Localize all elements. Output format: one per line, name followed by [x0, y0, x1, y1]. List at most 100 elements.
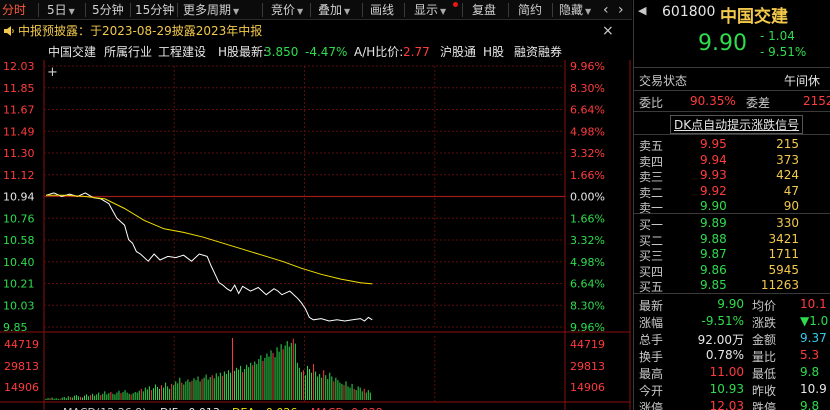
price-tick-label: 11.67 [3, 104, 35, 117]
divider [634, 293, 830, 294]
bid-volume: 5945 [768, 262, 799, 277]
hide-button[interactable]: 隐藏 ▼ [559, 0, 591, 20]
stat-label: 最新 [639, 299, 664, 313]
stat-label: 涨幅 [639, 316, 664, 330]
price-tick-label: 10.21 [3, 278, 35, 291]
percent-tick-label: 1.66% [570, 169, 605, 182]
last-price: 9.90 [698, 31, 747, 56]
ask-price: 9.90 [700, 199, 727, 213]
percent-tick-label: 3.32% [570, 147, 605, 160]
price-tick-label: 12.03 [3, 60, 35, 73]
stat-value: 0.78% [705, 348, 744, 362]
weicha-label: 委差 [746, 96, 771, 110]
auction-button[interactable]: 竞价 ▼ [271, 0, 303, 20]
toolbar-divider [177, 3, 178, 17]
display-button[interactable]: 显示 ▼ [414, 0, 446, 20]
draw-line-button[interactable]: 画线 [370, 0, 394, 20]
intraday-chart[interactable]: + 12.03 11.85 11.67 11.49 11.30 11.12 10.94 10.… [0, 60, 632, 410]
bid-price: 9.86 [700, 262, 727, 277]
ask-level-label: 卖五 [639, 139, 664, 153]
bid-level-label: 买一 [639, 218, 664, 232]
close-icon[interactable]: × [602, 21, 614, 42]
stat-label: 量比 [752, 350, 777, 364]
volume-bars [45, 338, 371, 400]
price-tick-label: 11.85 [3, 82, 35, 95]
caret-down-icon: ▼ [440, 7, 447, 16]
bid-price: 9.88 [700, 231, 727, 246]
webi-label: 委比 [639, 96, 664, 110]
toolbar-divider [462, 3, 463, 17]
ask-price: 9.93 [700, 168, 727, 182]
ask-volume: 424 [776, 168, 799, 182]
stat-label: 涨停 [639, 401, 664, 410]
stat-label: 金额 [752, 333, 777, 347]
margin-trading-link[interactable]: 融资融券 [514, 42, 562, 62]
industry-link[interactable]: 工程建设 [158, 42, 206, 62]
overlay-button[interactable]: 叠加 ▼ [318, 0, 350, 20]
bid-price: 9.87 [700, 247, 727, 261]
status-label: 交易状态 [639, 74, 688, 88]
toolbar-divider [310, 3, 311, 17]
h-share-link[interactable]: H股 [483, 42, 504, 62]
percent-tick-label: 0.00% [570, 191, 605, 204]
stat-value: 9.37 [800, 331, 827, 345]
ah-ratio-label: A/H比价: [354, 45, 404, 59]
dk-signal-link[interactable]: DK点自动提示涨跌信号 [670, 115, 804, 134]
price-axis: 12.03 11.85 11.67 11.49 11.30 11.12 10.94 10.76… [3, 60, 35, 334]
stat-value: 10.93 [709, 382, 744, 396]
notice-bar: 中报预披露：于2023-08-29披露2023年中报 × [0, 21, 632, 42]
volume-tick-label: 44719 [4, 338, 39, 351]
bid-price: 9.89 [700, 216, 727, 230]
stock-title: 中国交建 [720, 7, 788, 27]
percent-tick-label: 6.64% [570, 104, 605, 117]
simple-mode-button[interactable]: 简约 [518, 0, 542, 20]
price-change: - 1.04 [760, 29, 795, 43]
bid-volume: 3421 [768, 231, 799, 246]
divider [634, 134, 830, 135]
nav-next-icon[interactable]: › [618, 0, 624, 20]
nav-prev-icon[interactable]: ‹ [603, 0, 609, 20]
ask-level-label: 卖四 [639, 154, 664, 169]
bid-volume: 1711 [768, 247, 799, 261]
ask-volume: 215 [776, 137, 799, 151]
stat-label: 涨跌 [752, 316, 777, 330]
percent-tick-label: 8.30% [570, 82, 605, 95]
volume-tick-label: 44719 [570, 338, 605, 351]
volume-tick-label: 29813 [570, 360, 605, 373]
caret-down-icon: ▼ [585, 7, 592, 16]
stat-value: 5.3 [800, 348, 820, 362]
tab-5min[interactable]: 5分钟 [92, 0, 124, 20]
price-tick-label: 10.58 [3, 234, 35, 247]
quote-panel: ◀ 601800 中国交建 9.90 - 1.04 - 9.51% 交易状态 午… [633, 0, 830, 410]
stat-label: 最高 [639, 367, 664, 381]
ask-volume: 90 [783, 199, 799, 213]
ask-level-label: 卖二 [639, 185, 664, 200]
ask-price: 9.94 [700, 152, 727, 167]
stat-label: 均价 [752, 299, 777, 313]
tab-5day[interactable]: 5日 ▼ [47, 0, 75, 20]
tab-15min[interactable]: 15分钟 [135, 0, 174, 20]
volume-tick-label: 29813 [4, 360, 39, 373]
price-tick-label: 11.30 [3, 147, 35, 160]
status-value: 午间休 [784, 74, 821, 88]
scroll-left-icon[interactable]: ◀ [638, 4, 646, 17]
replay-button[interactable]: 复盘 [472, 0, 496, 20]
stat-value: 9.8 [800, 365, 820, 379]
more-periods-button[interactable]: 更多周期 ▼ [183, 0, 239, 20]
hugutong-link[interactable]: 沪股通 [440, 42, 476, 62]
bid-level-label: 买四 [639, 264, 664, 279]
webi-value: 90.35% [690, 94, 736, 108]
notification-dot-icon [453, 2, 458, 7]
percent-tick-label: 4.98% [570, 256, 605, 269]
stat-value: 9.90 [717, 297, 744, 311]
stat-value: 11.00 [709, 365, 744, 379]
bid-volume: 330 [776, 216, 799, 230]
divider [634, 90, 830, 91]
weicha-value: 2152 [803, 94, 830, 108]
price-tick-label: 9.85 [3, 321, 28, 334]
divider [634, 111, 830, 112]
notice-text[interactable]: 中报预披露：于2023-08-29披露2023年中报 [18, 21, 262, 42]
bid-level-label: 买三 [639, 249, 664, 263]
stat-value: 12.03 [709, 399, 744, 410]
tab-intraday[interactable]: 分时 [2, 0, 26, 20]
